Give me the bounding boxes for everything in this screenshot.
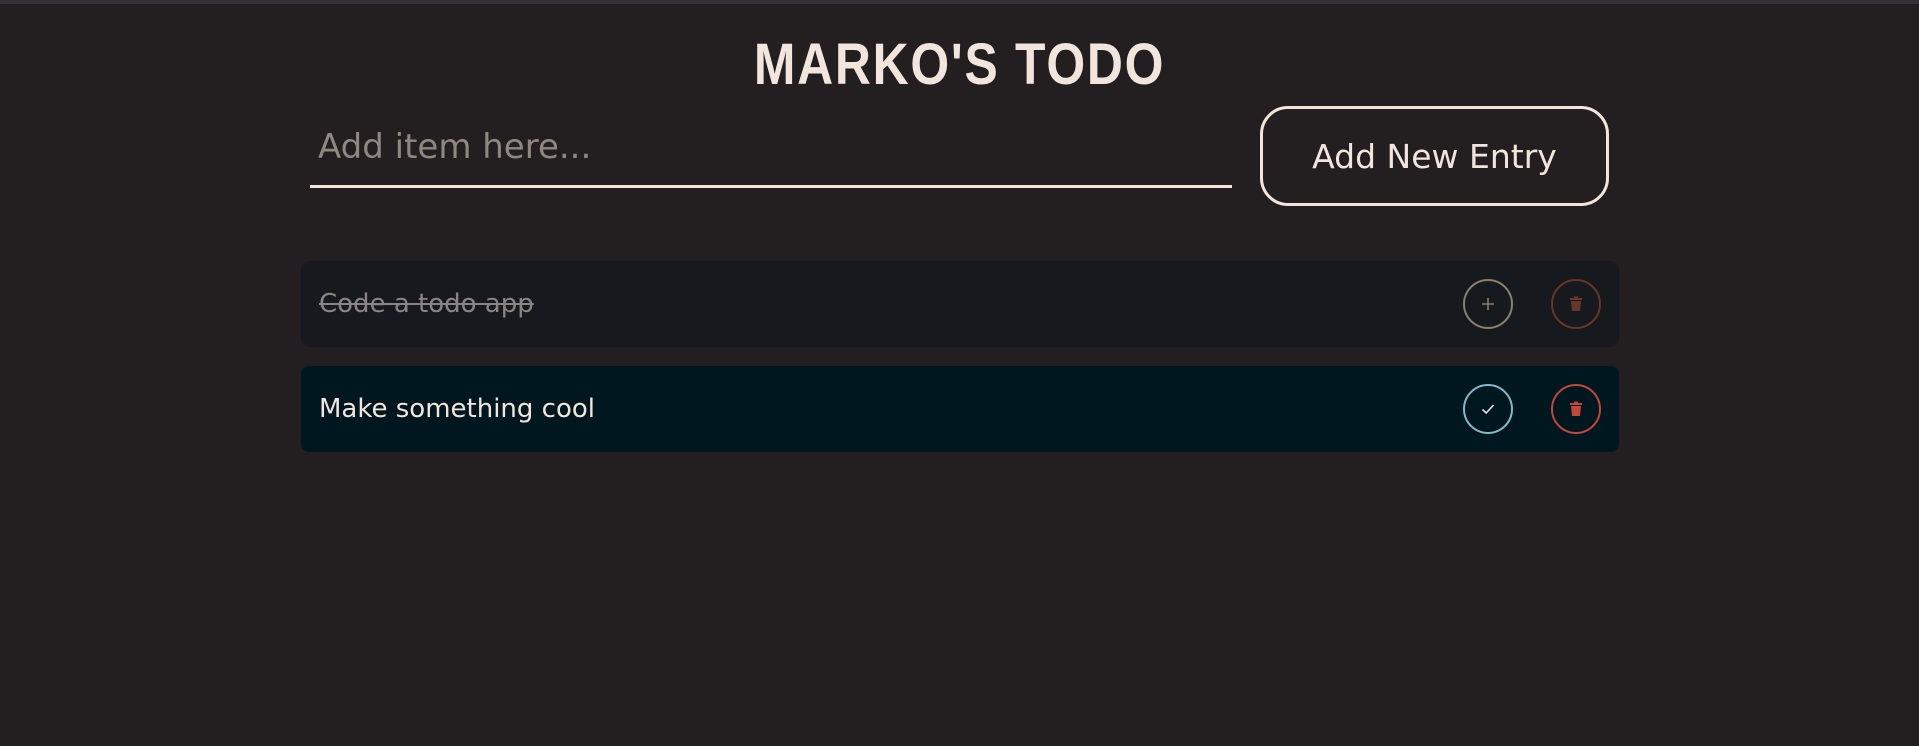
delete-button[interactable] <box>1551 279 1601 329</box>
delete-button[interactable] <box>1551 384 1601 434</box>
add-new-entry-button[interactable]: Add New Entry <box>1260 106 1609 206</box>
check-icon <box>1480 401 1496 417</box>
toggle-complete-button[interactable] <box>1463 384 1513 434</box>
new-item-field <box>310 112 1232 188</box>
todo-item-text: Code a todo app <box>319 289 534 319</box>
trash-icon <box>1569 401 1583 417</box>
plus-icon <box>1480 296 1496 312</box>
todo-item: Code a todo app <box>301 261 1619 347</box>
todo-item: Make something cool <box>301 366 1619 452</box>
trash-icon <box>1569 296 1583 312</box>
toggle-complete-button[interactable] <box>1463 279 1513 329</box>
window-top-bar <box>0 0 1919 4</box>
page-title: MARKO'S TODO <box>753 32 1166 97</box>
todo-item-text: Make something cool <box>319 394 596 424</box>
new-item-input[interactable] <box>310 112 1232 182</box>
